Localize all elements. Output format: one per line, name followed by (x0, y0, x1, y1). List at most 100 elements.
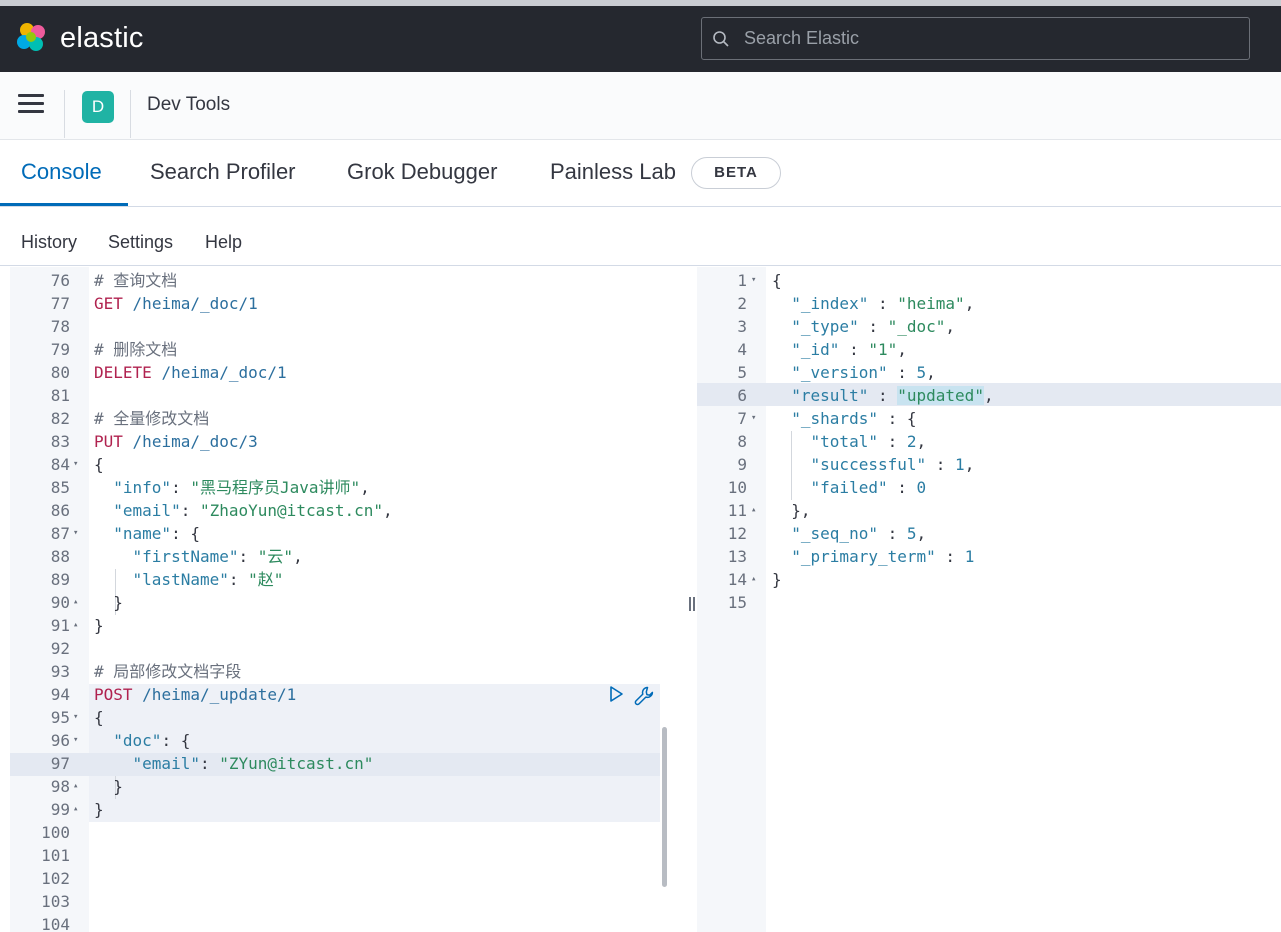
fold-toggle-icon[interactable]: ▾ (751, 407, 756, 430)
brand-name[interactable]: elastic (60, 20, 144, 56)
resize-handle-icon[interactable] (689, 597, 695, 611)
code-line: 84 ▾ { (10, 453, 686, 476)
space-avatar[interactable]: D (82, 91, 114, 123)
code-line: 95 ▾ { (10, 706, 686, 729)
code-text: "email": "ZYun@itcast.cn" (132, 754, 374, 773)
line-number: 87 (50, 524, 70, 543)
play-icon[interactable] (607, 685, 625, 703)
code-line: 94 POST /heima/_update/1 (10, 683, 686, 706)
beta-badge: BETA (691, 157, 781, 189)
code-line: 86 "email": "ZhaoYun@itcast.cn", (10, 499, 686, 522)
code-text: "_type" : "_doc", (791, 317, 956, 336)
code-line: 93 # 局部修改文档字段 (10, 660, 686, 683)
code-text: } (94, 616, 104, 635)
fold-toggle-icon[interactable]: ▾ (73, 706, 78, 729)
line-number: 96 (50, 731, 70, 750)
fold-toggle-icon[interactable]: ▴ (73, 591, 78, 614)
code-line: 9 "successful" : 1, (697, 453, 1281, 476)
editor-scrollbar[interactable] (662, 727, 667, 887)
editor-resizer[interactable] (686, 267, 697, 932)
divider (130, 90, 131, 138)
code-line: 76 # 查询文档 (10, 269, 686, 292)
fold-toggle-icon[interactable]: ▾ (73, 729, 78, 752)
code-text: "doc": { (113, 731, 191, 750)
breadcrumb-dev-tools[interactable]: Dev Tools (147, 94, 230, 116)
fold-toggle-icon[interactable]: ▴ (751, 499, 756, 522)
fold-toggle-icon[interactable]: ▴ (73, 798, 78, 821)
code-text: "successful" : 1, (810, 455, 975, 474)
code-text: "_primary_term" : 1 (791, 547, 975, 566)
line-number: 99 (50, 800, 70, 819)
code-line: 91 ▴} (10, 614, 686, 637)
line-number: 102 (41, 869, 70, 888)
code-line: 78 (10, 315, 686, 338)
search-box[interactable] (701, 17, 1250, 60)
fold-toggle-icon[interactable]: ▾ (751, 269, 756, 292)
code-text: "lastName": "赵" (132, 570, 284, 589)
fold-toggle-icon[interactable]: ▴ (751, 568, 756, 591)
line-number: 15 (727, 593, 747, 612)
search-input[interactable] (744, 18, 1234, 59)
line-number: 13 (727, 547, 747, 566)
code-text: "total" : 2, (810, 432, 927, 451)
response-editor[interactable]: 1 ▾{2 "_index" : "heima", 3 "_type" : "_do… (697, 267, 1281, 932)
code-line: 90 ▴ } (10, 591, 686, 614)
help-link[interactable]: Help (205, 232, 242, 253)
line-number: 7 (737, 409, 747, 428)
line-number: 86 (50, 501, 70, 520)
hamburger-menu-icon[interactable] (18, 94, 44, 118)
tab-grok-debugger[interactable]: Grok Debugger (347, 159, 497, 185)
line-number: 94 (50, 685, 70, 704)
code-line: 102 (10, 867, 686, 890)
code-line: 12 "_seq_no" : 5, (697, 522, 1281, 545)
code-text: "failed" : 0 (810, 478, 927, 497)
line-number: 1 (737, 271, 747, 290)
request-editor[interactable]: 76 # 查询文档 77 GET /heima/_doc/1 78 79 # 删除文档 80 D… (10, 267, 686, 932)
code-line: 96 ▾ "doc": { (10, 729, 686, 752)
fold-toggle-icon[interactable]: ▾ (73, 453, 78, 476)
code-line: 11 ▴ }, (697, 499, 1281, 522)
code-line: 100 (10, 821, 686, 844)
code-text: # 删除文档 (94, 340, 178, 359)
line-number: 81 (50, 386, 70, 405)
elastic-logo-icon[interactable] (14, 20, 50, 56)
code-text: POST /heima/_update/1 (94, 685, 297, 704)
line-number: 103 (41, 892, 70, 911)
breadcrumb-bar: D Dev Tools (0, 72, 1281, 140)
line-number: 2 (737, 294, 747, 313)
line-number: 97 (50, 754, 70, 773)
fold-toggle-icon[interactable]: ▴ (73, 614, 78, 637)
code-line: 8 "total" : 2, (697, 430, 1281, 453)
code-text: # 局部修改文档字段 (94, 662, 242, 681)
code-text: { (94, 708, 104, 727)
tab-console[interactable]: Console (21, 159, 102, 185)
settings-link[interactable]: Settings (108, 232, 173, 253)
line-number: 92 (50, 639, 70, 658)
code-text: "email": "ZhaoYun@itcast.cn", (113, 501, 393, 520)
code-line: 81 (10, 384, 686, 407)
code-line: 89 "lastName": "赵" (10, 568, 686, 591)
line-number: 8 (737, 432, 747, 451)
code-line: 101 (10, 844, 686, 867)
tab-search-profiler[interactable]: Search Profiler (150, 159, 296, 185)
code-text: "_index" : "heima", (791, 294, 975, 313)
wrench-icon[interactable] (633, 685, 655, 707)
code-line: 6 "result" : "updated", (697, 384, 1281, 407)
code-line: 99 ▴} (10, 798, 686, 821)
code-text: # 全量修改文档 (94, 409, 210, 428)
history-link[interactable]: History (21, 232, 77, 253)
code-line: 103 (10, 890, 686, 913)
fold-toggle-icon[interactable]: ▾ (73, 522, 78, 545)
code-line: 77 GET /heima/_doc/1 (10, 292, 686, 315)
tab-painless-lab[interactable]: Painless Lab (550, 159, 676, 185)
code-line: 3 "_type" : "_doc", (697, 315, 1281, 338)
code-line: 5 "_version" : 5, (697, 361, 1281, 384)
code-text: "result" : "updated", (791, 386, 994, 405)
code-line: 13 "_primary_term" : 1 (697, 545, 1281, 568)
fold-toggle-icon[interactable]: ▴ (73, 775, 78, 798)
active-tab-indicator (0, 203, 128, 206)
code-line: 97 "email": "ZYun@itcast.cn" (10, 752, 686, 775)
line-number: 84 (50, 455, 70, 474)
code-line: 80 DELETE /heima/_doc/1 (10, 361, 686, 384)
line-number: 4 (737, 340, 747, 359)
